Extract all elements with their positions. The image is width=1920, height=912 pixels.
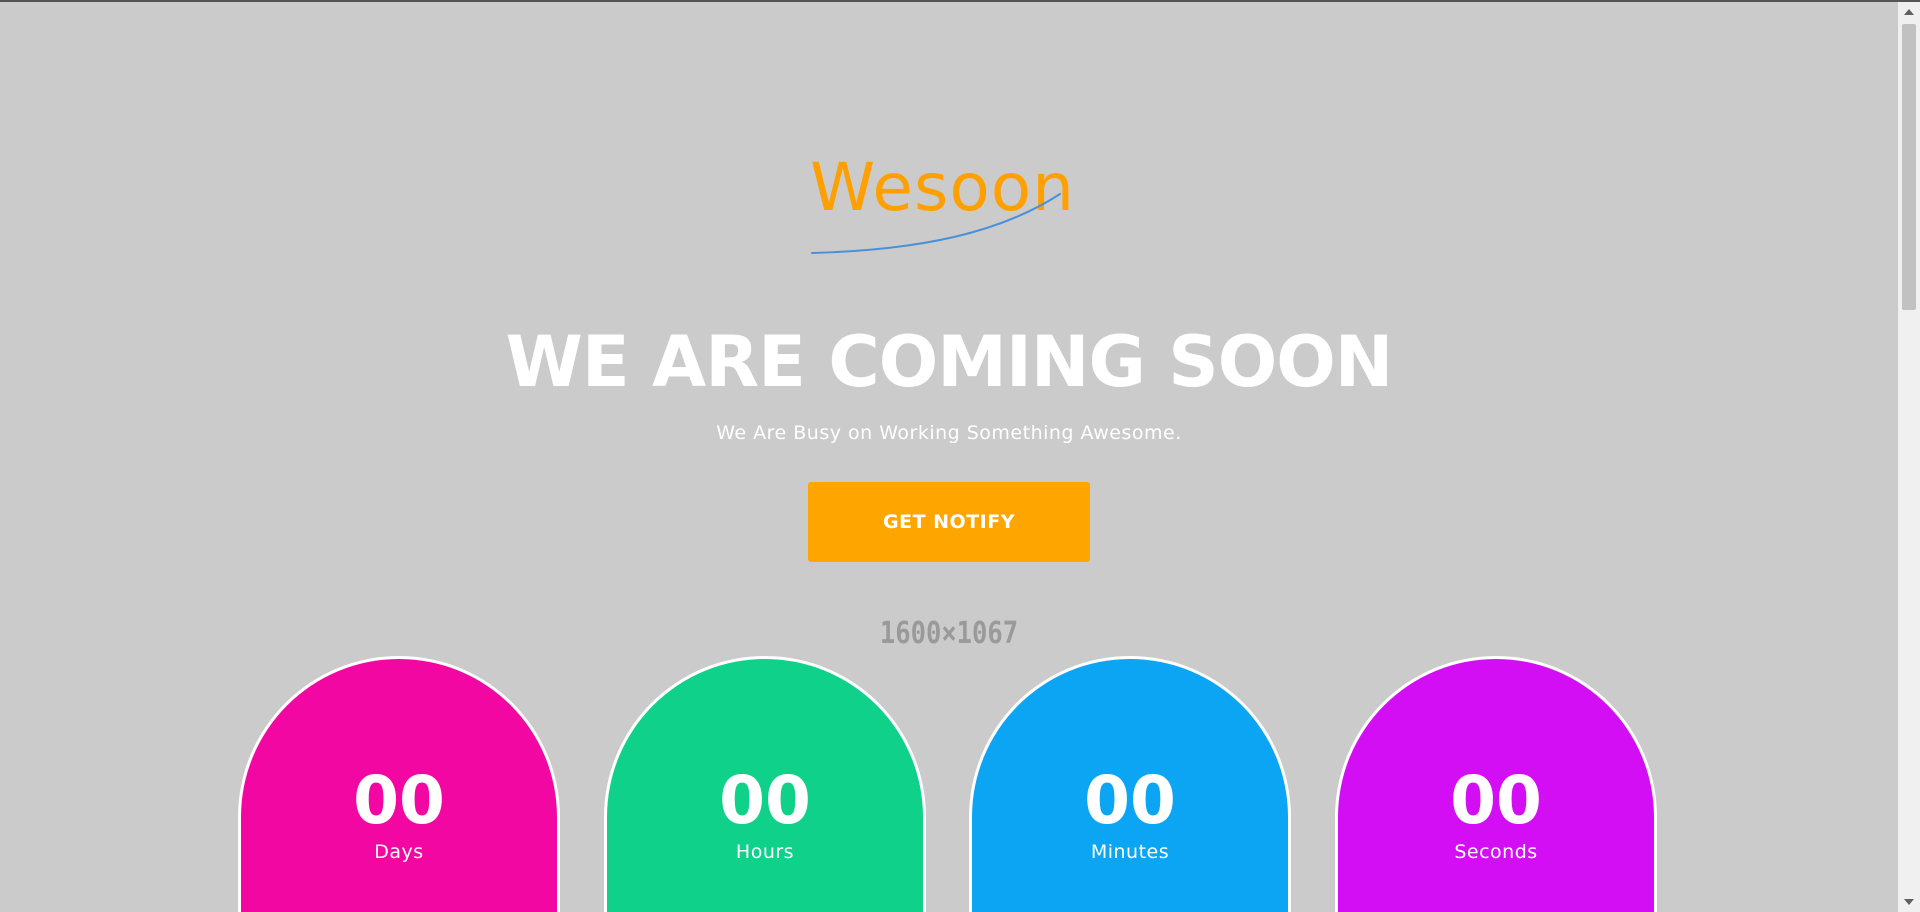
scrollbar-thumb[interactable] bbox=[1902, 24, 1916, 310]
vertical-scrollbar[interactable] bbox=[1898, 2, 1920, 912]
coming-soon-page: Wesoon WE ARE COMING SOON We Are Busy on… bbox=[0, 2, 1898, 912]
countdown-days-value: 00 bbox=[353, 762, 445, 839]
background-image-size-label: 1600×1067 bbox=[879, 616, 1019, 651]
countdown-hours-label: Hours bbox=[735, 841, 795, 863]
page-headline: WE ARE COMING SOON bbox=[505, 321, 1394, 403]
countdown-seconds-value: 00 bbox=[1450, 762, 1542, 839]
countdown-minutes-label: Minutes bbox=[1090, 841, 1170, 863]
scroll-down-arrow-icon[interactable] bbox=[1898, 892, 1920, 912]
countdown-minutes-value: 00 bbox=[1084, 762, 1176, 839]
get-notify-button[interactable]: GET NOTIFY bbox=[808, 482, 1090, 562]
logo-swoosh-icon bbox=[811, 193, 1061, 254]
countdown-hours-value: 00 bbox=[719, 762, 811, 839]
countdown-days-label: Days bbox=[374, 841, 424, 863]
countdown-minutes-card: 00 Minutes bbox=[969, 656, 1291, 912]
countdown-hours-card: 00 Hours bbox=[604, 656, 926, 912]
countdown-seconds-card: 00 Seconds bbox=[1335, 656, 1657, 912]
brand-logo[interactable]: Wesoon bbox=[810, 148, 1100, 258]
countdown-seconds-label: Seconds bbox=[1454, 841, 1538, 863]
countdown-days-card: 00 Days bbox=[238, 656, 560, 912]
page-subtitle: We Are Busy on Working Something Awesome… bbox=[716, 422, 1182, 444]
scroll-up-arrow-icon[interactable] bbox=[1898, 2, 1920, 22]
